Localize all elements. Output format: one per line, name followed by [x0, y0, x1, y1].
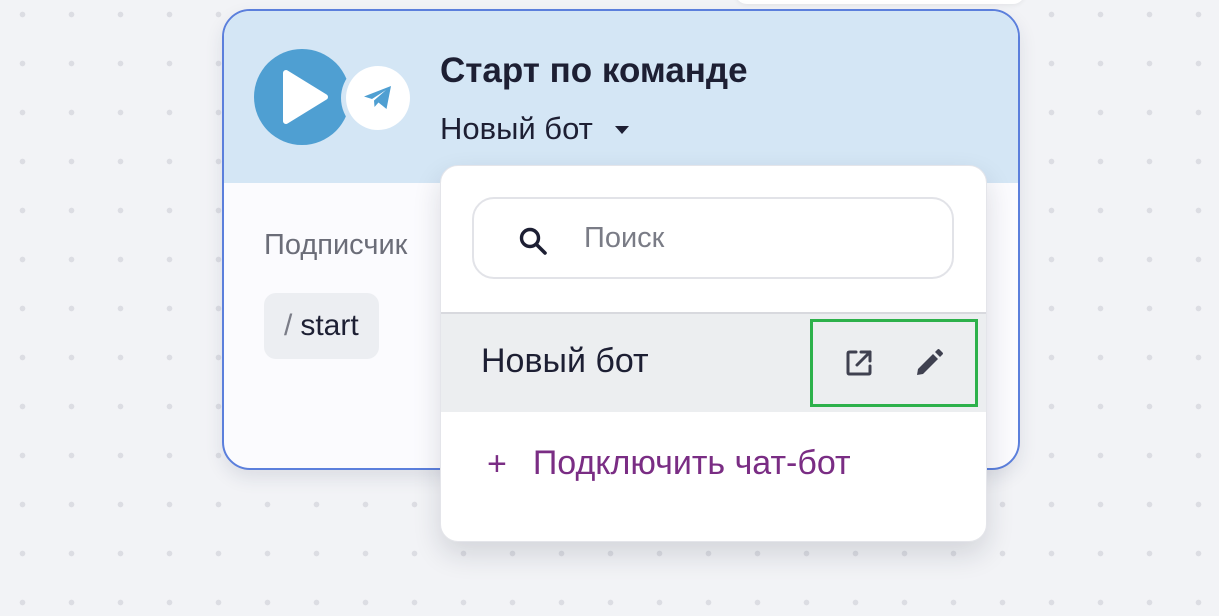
bot-select-value: Новый бот: [440, 111, 593, 146]
bot-list-item[interactable]: Новый бот: [441, 314, 986, 412]
command-text: start: [300, 309, 359, 342]
search-input[interactable]: [584, 217, 924, 259]
external-link-icon[interactable]: [839, 343, 879, 383]
command-prefix: /: [284, 309, 293, 342]
connect-chatbot-label: Подключить чат-бот: [532, 444, 851, 482]
telegram-icon-badge: [341, 61, 415, 135]
bot-list-item-label: Новый бот: [481, 342, 649, 380]
bot-select-dropdown[interactable]: Новый бот: [440, 109, 629, 149]
command-chip[interactable]: / start: [264, 293, 379, 359]
telegram-icon: [346, 66, 410, 130]
adjacent-node-edge: [735, 0, 1025, 4]
subscriber-label: Подписчик: [264, 229, 408, 261]
pencil-icon[interactable]: [909, 343, 949, 383]
node-title: Старт по команде: [440, 51, 748, 90]
play-icon: [254, 49, 350, 145]
search-icon: [519, 227, 547, 255]
search-field[interactable]: [472, 197, 954, 279]
node-header: Старт по команде Новый бот: [224, 11, 1018, 183]
caret-down-icon: [614, 125, 629, 134]
bot-select-menu: Новый бот + Подключить чат-бот: [440, 165, 987, 542]
bot-item-actions: [810, 319, 978, 407]
plus-icon: +: [487, 444, 507, 483]
connect-chatbot-button[interactable]: + Подключить чат-бот: [487, 444, 851, 483]
